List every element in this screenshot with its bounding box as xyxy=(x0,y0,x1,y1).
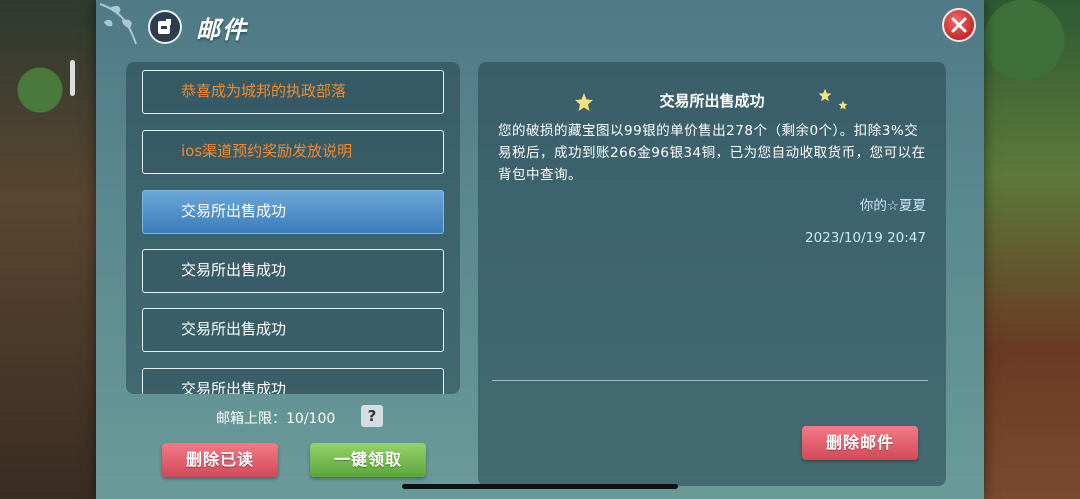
mail-list-item[interactable]: 交易所出售成功 xyxy=(142,368,444,394)
mailbox-quota: 邮箱上限：10/100 xyxy=(216,408,335,428)
title-bar: 邮件 xyxy=(96,0,984,52)
mail-list-item[interactable]: 交易所出售成功 xyxy=(142,308,444,352)
divider xyxy=(492,380,928,381)
mailbox-icon xyxy=(148,10,182,44)
quota-value: 10/100 xyxy=(286,411,336,427)
mail-body: 您的破损的藏宝图以99银的单价售出278个（剩余0个）。扣除3%交易税后，成功到… xyxy=(498,123,926,183)
claim-all-button[interactable]: 一键领取 xyxy=(310,443,426,477)
mail-list-item[interactable]: 交易所出售成功 xyxy=(142,249,444,293)
background-scene-right xyxy=(984,0,1080,499)
delete-read-button[interactable]: 删除已读 xyxy=(162,443,278,477)
page-title: 邮件 xyxy=(196,16,248,44)
mail-title: 交易所出售成功 xyxy=(659,92,765,110)
scroll-handle[interactable] xyxy=(70,60,75,96)
close-button[interactable] xyxy=(942,8,976,42)
help-button[interactable]: ? xyxy=(361,405,383,427)
close-icon xyxy=(951,17,967,33)
mail-detail: 交易所出售成功 您的破损的藏宝图以99银的单价售出278个（剩余0个）。扣除3%… xyxy=(478,62,946,486)
mail-list-item[interactable]: ios渠道预约奖励发放说明 xyxy=(142,130,444,174)
mail-panel: 邮件 恭喜成为城邦的执政部落 ios渠道预约奖励发放说明 交易所出售成功 交易所… xyxy=(96,0,984,499)
mail-list-item-selected[interactable]: 交易所出售成功 xyxy=(142,190,444,234)
home-indicator[interactable] xyxy=(402,484,678,489)
mail-sender: 你的☆夏夏 xyxy=(859,198,926,214)
mail-list-item[interactable]: 恭喜成为城邦的执政部落 xyxy=(142,70,444,114)
background-scene-left xyxy=(0,0,100,499)
delete-mail-button[interactable]: 删除邮件 xyxy=(802,426,918,460)
mail-timestamp: 2023/10/19 20:47 xyxy=(804,230,926,246)
mail-list[interactable]: 恭喜成为城邦的执政部落 ios渠道预约奖励发放说明 交易所出售成功 交易所出售成… xyxy=(126,62,460,394)
quota-label: 邮箱上限： xyxy=(216,411,286,427)
